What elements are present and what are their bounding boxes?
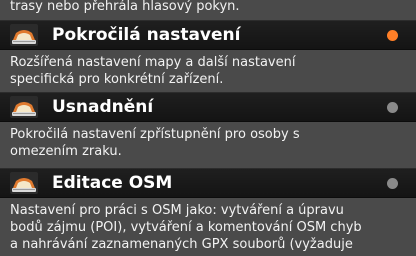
description-line: a nahrávání zaznamenaných GPX souborů (v… xyxy=(10,237,353,252)
description-line: omezením zraku. xyxy=(10,144,122,159)
menu-item-advanced-settings[interactable]: Pokročilá nastavení xyxy=(0,20,416,50)
menu-item-title: Editace OSM xyxy=(52,173,173,193)
description-line: Rozšířená nastavení mapy a další nastave… xyxy=(10,55,296,70)
status-indicator-dot xyxy=(387,101,398,113)
description-line: trasy nebo přehrála hlasový pokyn. xyxy=(10,0,240,14)
car-dashboard-icon xyxy=(10,172,38,194)
car-dashboard-icon xyxy=(10,24,38,46)
description-line: bodů zájmu (POI), vytváření a komentován… xyxy=(10,220,362,235)
menu-item-title: Pokročilá nastavení xyxy=(52,25,241,45)
description-osm-editing: Nastavení pro práci s OSM jako: vytvářen… xyxy=(0,202,416,253)
description-accessibility: Pokročilá nastavení zpřístupnění pro oso… xyxy=(0,126,416,160)
description-top: trasy nebo přehrála hlasový pokyn. xyxy=(0,0,416,15)
car-dashboard-icon xyxy=(10,96,38,118)
menu-item-title: Usnadnění xyxy=(52,97,154,117)
description-line: specifická pro konkrétní zařízení. xyxy=(10,72,224,87)
menu-item-osm-editing[interactable]: Editace OSM xyxy=(0,168,416,198)
menu-item-accessibility[interactable]: Usnadnění xyxy=(0,92,416,122)
status-indicator-dot xyxy=(387,29,398,41)
description-line: Nastavení pro práci s OSM jako: vytvářen… xyxy=(10,203,344,218)
description-advanced-settings: Rozšířená nastavení mapy a další nastave… xyxy=(0,54,416,88)
description-line: Pokročilá nastavení zpřístupnění pro oso… xyxy=(10,127,300,142)
status-indicator-dot xyxy=(387,177,398,189)
